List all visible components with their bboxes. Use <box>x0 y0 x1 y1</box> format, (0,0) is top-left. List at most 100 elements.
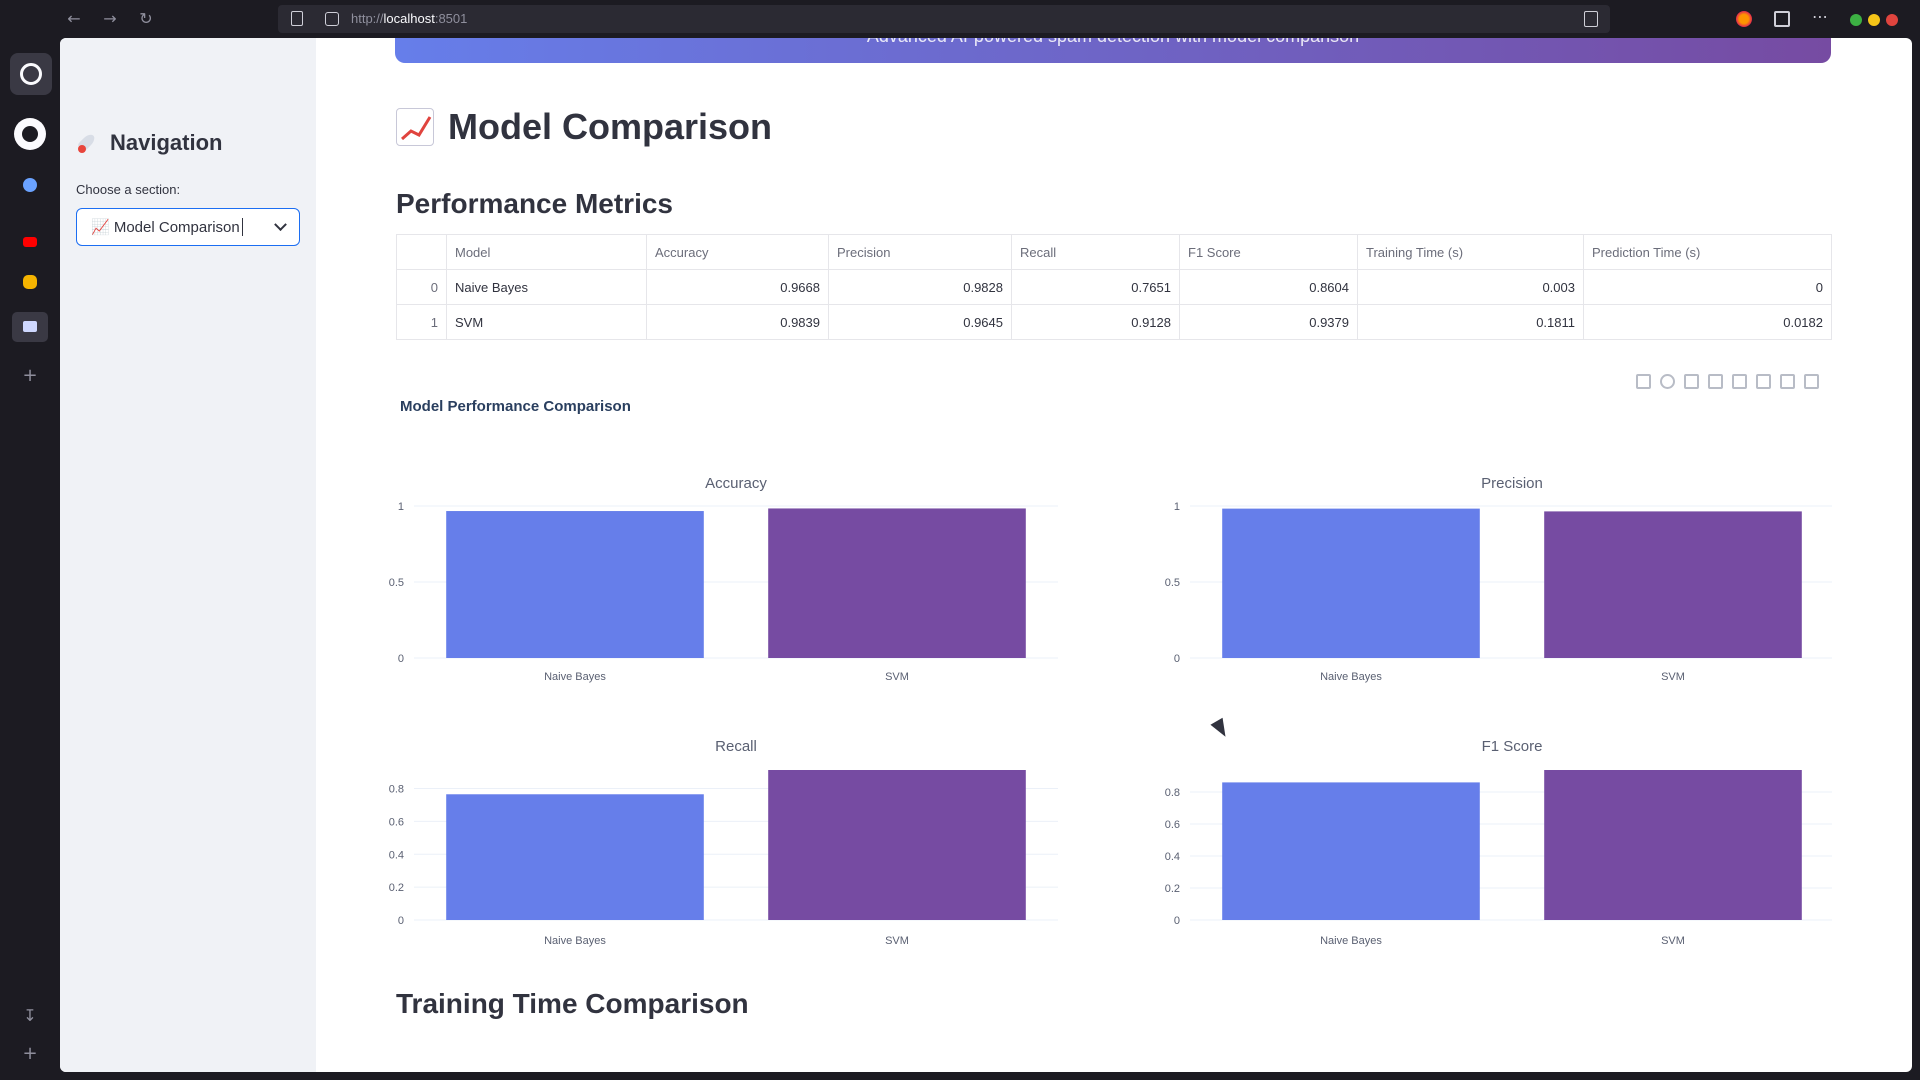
subplot-title: Precision <box>1481 475 1543 492</box>
table-cell[interactable]: 0.1811 <box>1357 304 1584 340</box>
bar-naive-bayes <box>1222 782 1480 920</box>
active-tab-icon[interactable] <box>12 312 48 342</box>
reload-icon[interactable]: ↻ <box>136 9 156 29</box>
reader-view-icon[interactable] <box>1584 11 1598 27</box>
chevron-down-icon <box>274 218 287 232</box>
autoscale-icon[interactable] <box>1756 374 1771 389</box>
section-select[interactable]: 📈 Model Comparison <box>76 208 300 246</box>
y-tick-label: 1 <box>398 501 404 513</box>
new-tab-icon[interactable]: + <box>20 1044 40 1064</box>
page-title-text: Model Comparison <box>448 106 773 147</box>
table-header[interactable] <box>396 234 447 270</box>
x-tick-label: Naive Bayes <box>544 935 606 947</box>
settings-icon[interactable] <box>10 53 52 95</box>
table-cell[interactable]: SVM <box>446 304 647 340</box>
select-label: Choose a section: <box>76 182 181 197</box>
screenshot-icon[interactable] <box>1774 11 1790 27</box>
subplot-title: F1 Score <box>1482 738 1543 755</box>
permissions-icon[interactable] <box>325 12 339 26</box>
x-tick-label: Naive Bayes <box>544 671 606 683</box>
browser-toolbar: ← → ↻ http://localhost:8501 ⋯ <box>0 0 1920 38</box>
page-viewport: Navigation Choose a section: 📈 Model Com… <box>60 38 1912 1072</box>
table-header[interactable]: Training Time (s) <box>1357 234 1584 270</box>
bar-svm <box>768 508 1026 658</box>
table-cell[interactable]: 0.9128 <box>1011 304 1180 340</box>
y-tick-label: 0.4 <box>1165 851 1180 863</box>
x-tick-label: SVM <box>885 671 909 683</box>
zoom-icon[interactable] <box>1660 374 1675 389</box>
back-icon[interactable]: ← <box>64 9 84 29</box>
sidebar-title: Navigation <box>76 130 222 156</box>
table-row: 0 Naive Bayes 0.9668 0.9828 0.7651 0.860… <box>396 269 1832 305</box>
subplot-figure[interactable]: Accuracy 0 0.5 1 Naive Bayes SVM Precision 0 0.5… <box>316 428 1832 968</box>
bar-svm <box>1544 770 1802 920</box>
table-cell[interactable]: 0.9839 <box>646 304 829 340</box>
pan-icon[interactable] <box>1684 374 1699 389</box>
x-tick-label: SVM <box>885 935 909 947</box>
downloads-icon[interactable]: ↧ <box>20 1006 40 1026</box>
youtube-icon[interactable] <box>23 237 37 247</box>
table-cell[interactable]: 0.9379 <box>1179 304 1358 340</box>
address-bar[interactable]: http://localhost:8501 <box>278 5 1610 33</box>
table-header[interactable]: Model <box>446 234 647 270</box>
rocket-icon <box>76 131 100 155</box>
table-cell[interactable]: 1 <box>396 304 447 340</box>
training-heading: Training Time Comparison <box>396 988 749 1019</box>
table-cell[interactable]: 0.0182 <box>1583 304 1832 340</box>
x-tick-label: SVM <box>1661 671 1685 683</box>
y-tick-label: 0.8 <box>1165 787 1180 799</box>
camera-icon[interactable] <box>1636 374 1651 389</box>
y-tick-label: 0 <box>1174 915 1180 927</box>
table-header[interactable]: Recall <box>1011 234 1180 270</box>
y-tick-label: 0.2 <box>1165 883 1180 895</box>
forward-icon[interactable]: → <box>100 9 120 29</box>
firefox-icon[interactable] <box>1736 11 1752 27</box>
table-cell[interactable]: 0.8604 <box>1179 269 1358 305</box>
table-header[interactable]: Prediction Time (s) <box>1583 234 1832 270</box>
add-panel-icon[interactable]: + <box>20 366 40 386</box>
github-icon[interactable] <box>14 118 46 150</box>
subplot-title: Accuracy <box>705 475 767 492</box>
table-cell[interactable]: 0 <box>1583 269 1832 305</box>
page-icon <box>291 11 303 26</box>
zoom-out-icon[interactable] <box>1732 374 1747 389</box>
page-title: Model Comparison <box>396 106 772 148</box>
y-tick-label: 0.2 <box>389 882 404 894</box>
chart-title: Model Performance Comparison <box>400 398 631 415</box>
extension-icon[interactable] <box>23 178 37 192</box>
table-cell[interactable]: 0.7651 <box>1011 269 1180 305</box>
table-header[interactable]: F1 Score <box>1179 234 1358 270</box>
table-cell[interactable]: 0.9645 <box>828 304 1012 340</box>
fullscreen-icon[interactable] <box>1804 374 1819 389</box>
table-row: 1 SVM 0.9839 0.9645 0.9128 0.9379 0.1811… <box>396 304 1832 340</box>
table-cell[interactable]: 0.003 <box>1357 269 1584 305</box>
table-cell[interactable]: 0.9668 <box>646 269 829 305</box>
table-header[interactable]: Accuracy <box>646 234 829 270</box>
chart-increasing-icon <box>396 108 434 146</box>
close-window-icon[interactable] <box>1886 14 1898 26</box>
table-cell[interactable]: 0 <box>396 269 447 305</box>
x-tick-label: Naive Bayes <box>1320 671 1382 683</box>
table-cell[interactable]: Naive Bayes <box>446 269 647 305</box>
x-tick-label: Naive Bayes <box>1320 935 1382 947</box>
chart-modebar <box>1636 374 1819 389</box>
metrics-table[interactable]: Model Accuracy Precision Recall F1 Score… <box>396 234 1832 340</box>
metrics-heading: Performance Metrics <box>396 188 674 219</box>
bar-svm <box>1544 511 1802 658</box>
more-menu-icon[interactable]: ⋯ <box>1812 9 1828 27</box>
zoom-in-icon[interactable] <box>1708 374 1723 389</box>
table-cell[interactable]: 0.9828 <box>828 269 1012 305</box>
maximize-window-icon[interactable] <box>1850 14 1862 26</box>
section-select-value: 📈 Model Comparison <box>91 219 240 236</box>
main-content: Advanced AI-powered spam detection with … <box>316 38 1912 1072</box>
keep-notes-icon[interactable] <box>23 275 37 289</box>
table-header[interactable]: Precision <box>828 234 1012 270</box>
y-tick-label: 0.6 <box>389 816 404 828</box>
y-tick-label: 0.5 <box>1165 577 1180 589</box>
reset-axes-icon[interactable] <box>1780 374 1795 389</box>
minimize-window-icon[interactable] <box>1868 14 1880 26</box>
app-sidebar: Navigation Choose a section: 📈 Model Com… <box>60 38 316 1072</box>
y-tick-label: 0.8 <box>389 784 404 796</box>
x-tick-label: SVM <box>1661 935 1685 947</box>
header-banner: Advanced AI-powered spam detection with … <box>395 38 1831 63</box>
